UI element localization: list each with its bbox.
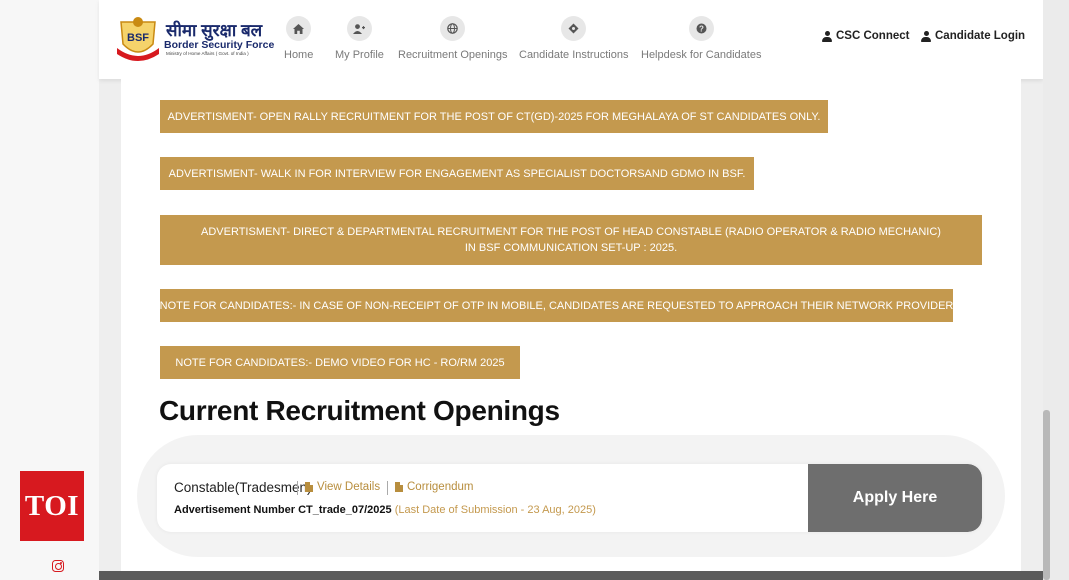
nav-helpdesk[interactable]: ? Helpdesk for Candidates <box>641 16 761 61</box>
logo-english-text: Border Security Force <box>164 39 275 51</box>
divider <box>387 481 388 495</box>
csc-connect-label: CSC Connect <box>836 30 910 42</box>
user-add-icon <box>346 16 372 41</box>
question-icon: ? <box>688 16 714 41</box>
csc-connect-link[interactable]: CSC Connect <box>822 30 909 42</box>
nav-helpdesk-label: Helpdesk for Candidates <box>641 49 762 61</box>
compass-icon <box>561 16 587 41</box>
apply-here-button[interactable]: Apply Here <box>808 464 982 532</box>
logo-hindi-text: सीमा सुरक्षा बल <box>166 21 263 40</box>
nav-home-label: Home <box>284 49 314 61</box>
candidate-login-link[interactable]: Candidate Login <box>921 30 1025 42</box>
nav-candidate-instructions-label: Candidate Instructions <box>519 49 629 61</box>
bsf-emblem-icon: BSF <box>117 17 159 61</box>
nav-my-profile-label: My Profile <box>335 49 384 61</box>
nav-my-profile[interactable]: My Profile <box>335 16 384 61</box>
nav-recruitment-openings-label: Recruitment Openings <box>398 49 508 61</box>
home-icon <box>286 16 312 41</box>
advertisement-line: Advertisement Number CT_trade_07/2025 (L… <box>174 504 596 516</box>
document-icon <box>305 482 313 492</box>
advertisement-number: Advertisement Number CT_trade_07/2025 <box>174 504 392 516</box>
page: BSF सीमा सुरक्षा बल Border Security Forc… <box>99 0 1043 580</box>
post-name: Constable(Tradesmen) <box>174 480 312 495</box>
notice-rally-recruitment[interactable]: ADVERTISMENT- OPEN RALLY RECRUITMENT FOR… <box>160 100 828 133</box>
nav-candidate-instructions[interactable]: Candidate Instructions <box>519 16 628 61</box>
instagram-icon[interactable] <box>52 560 64 572</box>
view-details-link[interactable]: View Details <box>305 481 380 493</box>
logo-ministry-text: Ministry of Home Affairs ( Govt. of Indi… <box>166 51 249 56</box>
candidate-login-label: Candidate Login <box>935 30 1026 42</box>
notice-walk-in-interview[interactable]: ADVERTISMENT- WALK IN FOR INTERVIEW FOR … <box>160 157 754 190</box>
svg-text:?: ? <box>699 25 704 34</box>
opening-card: Constable(Tradesmen) View Details Corrig… <box>157 464 982 532</box>
footer-bar <box>99 571 1043 580</box>
scrollbar[interactable] <box>1043 410 1050 580</box>
toi-logo: TOI <box>20 471 84 541</box>
corrigendum-label: Corrigendum <box>407 481 474 493</box>
nav-recruitment-openings[interactable]: Recruitment Openings <box>398 16 507 61</box>
last-date: (Last Date of Submission - 23 Aug, 2025) <box>394 504 596 516</box>
main-content: ADVERTISMENT- OPEN RALLY RECRUITMENT FOR… <box>121 79 1021 571</box>
document-icon <box>395 482 403 492</box>
notice-otp[interactable]: NOTE FOR CANDIDATES:- IN CASE OF NON-REC… <box>160 289 953 322</box>
divider <box>297 481 298 495</box>
site-header: BSF सीमा सुरक्षा बल Border Security Forc… <box>99 0 1043 79</box>
notice-demo-video[interactable]: NOTE FOR CANDIDATES:- DEMO VIDEO FOR HC … <box>160 346 520 379</box>
svg-text:BSF: BSF <box>127 32 149 44</box>
globe-icon <box>440 16 466 41</box>
view-details-label: View Details <box>317 481 381 493</box>
corrigendum-link[interactable]: Corrigendum <box>395 481 473 493</box>
bsf-logo[interactable]: BSF सीमा सुरक्षा बल Border Security Forc… <box>113 12 274 66</box>
notice-head-constable[interactable]: ADVERTISMENT- DIRECT & DEPARTMENTAL RECR… <box>160 215 982 265</box>
section-title: Current Recruitment Openings <box>159 395 560 426</box>
user-icon <box>822 30 832 42</box>
nav-home[interactable]: Home <box>284 16 313 61</box>
user-icon <box>921 30 931 42</box>
